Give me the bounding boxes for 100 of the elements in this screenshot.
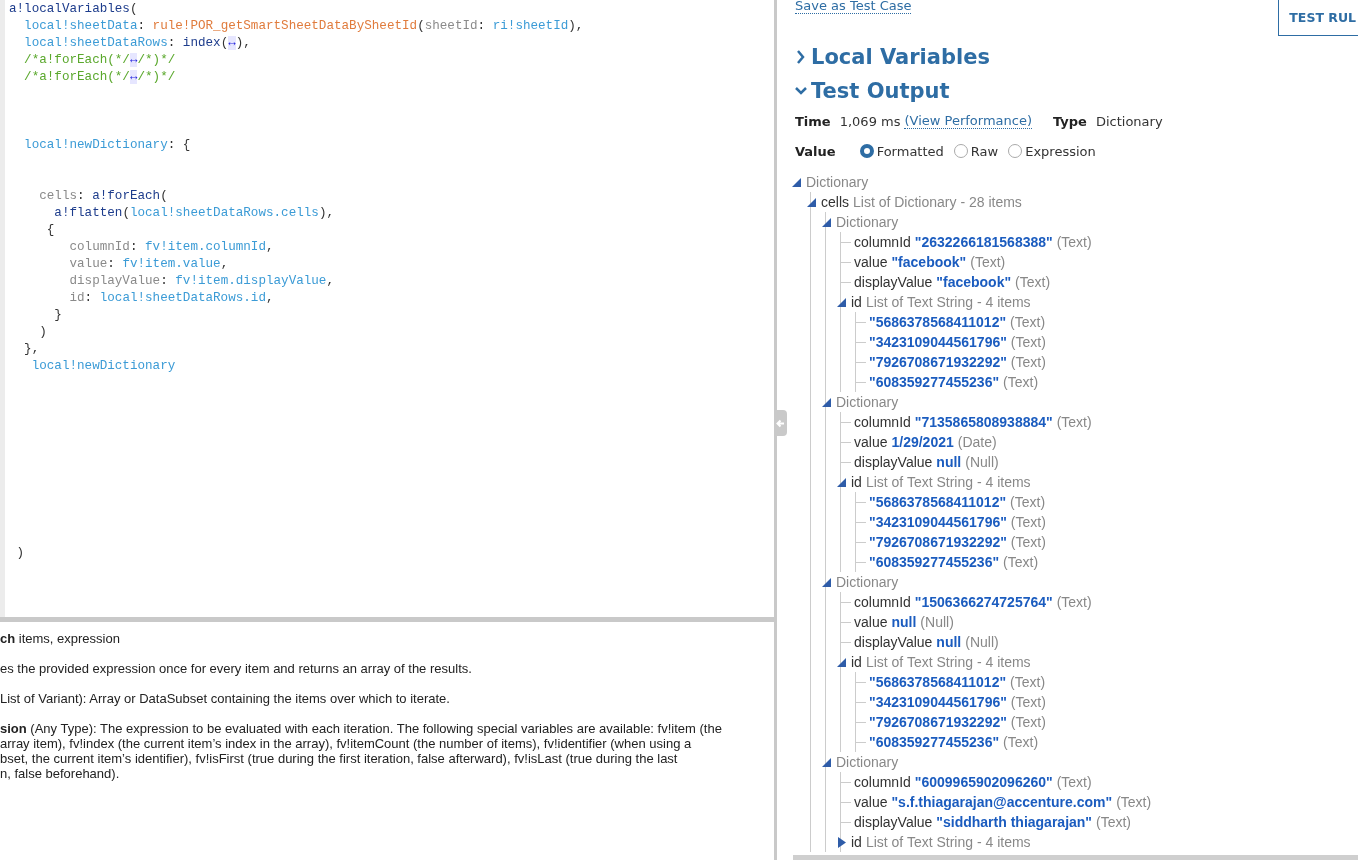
tree-value: "5686378568411012" xyxy=(869,674,1007,690)
type-label: Type xyxy=(1053,113,1087,129)
type-value: Dictionary xyxy=(1095,113,1163,129)
code-line: { xyxy=(45,222,56,239)
tree-type: (Text) xyxy=(1056,774,1092,790)
code-line: /*a!forEach(*/↔/*)*/ xyxy=(23,52,177,69)
tree-toggle-icon[interactable] xyxy=(835,835,848,849)
code-line: a!localVariables( xyxy=(9,1,139,18)
help-text: n, false beforehand). xyxy=(0,766,121,781)
tree-summary: List of Text String - 4 items xyxy=(865,654,1031,670)
tree-key: columnId xyxy=(854,594,911,610)
tree-value: "3423109044561796" xyxy=(869,334,1007,350)
tree-key: id xyxy=(851,654,862,670)
code-line: id: local!sheetDataRows.id, xyxy=(68,290,275,307)
tree-summary: List of Dictionary - 28 items xyxy=(853,194,1022,210)
tree-type: (Null) xyxy=(965,634,999,650)
tree-key: displayValue xyxy=(854,634,933,650)
code-line: local!newDictionary: { xyxy=(23,137,192,154)
tree-type: (Text) xyxy=(1010,514,1046,530)
view-performance-link[interactable]: (View Performance) xyxy=(904,113,1032,129)
tree-key: displayValue xyxy=(854,814,933,830)
tree-type: (Text) xyxy=(1010,714,1046,730)
code-line: /*a!forEach(*/↔/*)*/ xyxy=(23,69,177,86)
tree-value: "608359277455236" xyxy=(869,554,1000,570)
tree-value: "3423109044561796" xyxy=(869,694,1007,710)
format-radio[interactable]: Expression xyxy=(1008,143,1096,159)
tree-type: (Text) xyxy=(1056,594,1092,610)
tree-value: "608359277455236" xyxy=(869,374,1000,390)
tree-key: columnId xyxy=(854,774,911,790)
help-text: List of Variant): Array or DataSubset containing the items over which to iterate. xyxy=(0,691,451,706)
tree-value: "7926708671932292" xyxy=(869,714,1007,730)
tree-key: cells xyxy=(821,194,849,210)
tree-key: value xyxy=(854,434,888,450)
tree-type: (Text) xyxy=(1010,494,1046,510)
section-header[interactable]: Test Output xyxy=(795,76,1358,106)
tree-type: (Text) xyxy=(1010,314,1046,330)
code-line: }, xyxy=(23,341,41,358)
tree-value: "608359277455236" xyxy=(869,734,1000,750)
tree-value: "6009965902096260" xyxy=(914,774,1053,790)
tree-type: (Text) xyxy=(1056,234,1092,250)
value-label: Value xyxy=(795,143,836,159)
time-value: 1,069 ms xyxy=(839,113,901,129)
tree-value: "7926708671932292" xyxy=(869,354,1007,370)
code-line: columnId: fv!item.columnId, xyxy=(68,239,275,256)
tree-type: (Text) xyxy=(1056,414,1092,430)
tree-value: "siddharth thiagarajan" xyxy=(936,814,1092,830)
tree-type: (Null) xyxy=(965,454,999,470)
tree-key: columnId xyxy=(854,234,911,250)
tree-key: displayValue xyxy=(854,454,933,470)
time-label: Time xyxy=(795,113,831,129)
tree-value: "7135865808938884" xyxy=(914,414,1053,430)
tree-key: displayValue xyxy=(854,274,933,290)
tree-value: "5686378568411012" xyxy=(869,314,1007,330)
test-rule-button[interactable]: TEST RUL xyxy=(1278,0,1358,36)
tree-value: null xyxy=(891,614,917,630)
tree-value: "1506366274725764" xyxy=(914,594,1053,610)
tree-type: (Text) xyxy=(1116,794,1152,810)
tree-summary: Dictionary xyxy=(836,754,899,770)
help-text: ch items, expression xyxy=(0,631,121,646)
tree-summary: Dictionary xyxy=(836,214,899,230)
code-line: value: fv!item.value, xyxy=(68,256,230,273)
tree-key: value xyxy=(854,794,888,810)
tree-summary: Dictionary xyxy=(806,174,869,190)
tree-key: value xyxy=(854,614,888,630)
format-radio[interactable]: Formatted xyxy=(859,143,944,159)
code-line: ) xyxy=(15,545,26,562)
tree-key: id xyxy=(851,294,862,310)
tree-value: "2632266181568388" xyxy=(914,234,1053,250)
code-line: displayValue: fv!item.displayValue, xyxy=(68,273,335,290)
tree-type: (Text) xyxy=(1010,354,1046,370)
tree-type: (Text) xyxy=(970,254,1006,270)
tree-type: (Text) xyxy=(1003,734,1039,750)
code-line: cells: a!forEach( xyxy=(38,188,169,205)
chevron-right-icon xyxy=(795,50,807,64)
tree-value: "facebook" xyxy=(891,254,967,270)
tree-value: "3423109044561796" xyxy=(869,514,1007,530)
format-radio[interactable]: Raw xyxy=(953,143,999,159)
tree-key: value xyxy=(854,254,888,270)
tree-value: null xyxy=(936,454,962,470)
tree-type: (Null) xyxy=(920,614,954,630)
tree-key: columnId xyxy=(854,414,911,430)
tree-value: "s.f.thiagarajan@accenture.com" xyxy=(891,794,1113,810)
tree-key: id xyxy=(851,834,862,850)
code-line: a!flatten(local!sheetDataRows.cells), xyxy=(53,205,335,222)
tree-type: (Text) xyxy=(1010,334,1046,350)
collapse-handle[interactable] xyxy=(774,410,787,436)
tree-value: 1/29/2021 xyxy=(891,434,954,450)
tree-value: "facebook" xyxy=(936,274,1012,290)
tree-type: (Text) xyxy=(1010,694,1046,710)
save-test-case-link[interactable]: Save as Test Case xyxy=(795,0,912,14)
tree-summary: List of Text String - 4 items xyxy=(865,474,1031,490)
tree-type: (Date) xyxy=(957,434,997,450)
tree-value: "7926708671932292" xyxy=(869,534,1007,550)
code-line: local!sheetData: rule!POR_getSmartSheetDataBySheetId(sheetId: ri!sheetId), xyxy=(23,18,584,35)
help-text: array item), fv!index (the current item’s index in the array), fv!itemCount (the number of items), fv!identifier (when using a xyxy=(0,736,693,751)
section-header[interactable]: Local Variables xyxy=(795,42,1358,72)
code-line: local!newDictionary xyxy=(30,358,177,375)
code-line: ) xyxy=(38,324,48,341)
help-text: bset, the current item’s identifier), fv!isFirst (true during the first iteration, false afterward), fv!isLast (true during the last xyxy=(0,751,679,766)
tree-value: "5686378568411012" xyxy=(869,494,1007,510)
